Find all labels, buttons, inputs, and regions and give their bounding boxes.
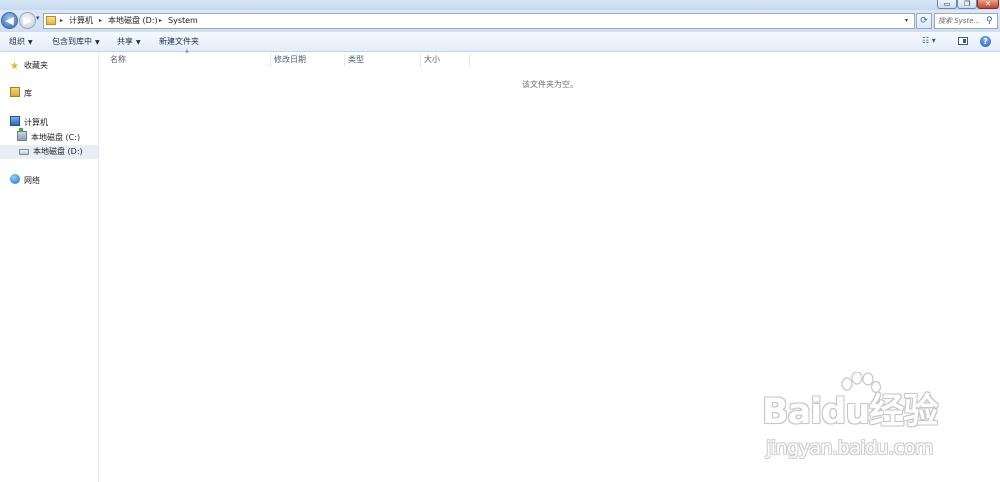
nav-drive-c[interactable]: 本地磁盘 (C:) — [17, 128, 81, 145]
title-bar: ▭ ❐ ✕ — [0, 0, 1000, 10]
forward-button[interactable]: ▶ — [19, 12, 36, 29]
nav-favorites-label: 收藏夹 — [24, 61, 48, 70]
nav-libraries[interactable]: 库 — [10, 87, 32, 101]
breadcrumb-separator-icon[interactable]: ▸ — [159, 14, 162, 28]
new-folder-label: 新建文件夹 — [159, 37, 199, 46]
nav-drive-d[interactable]: 本地磁盘 (D:) — [0, 145, 98, 159]
share-button[interactable]: 共享 ▼ — [117, 32, 141, 51]
nav-drive-d-label: 本地磁盘 (D:) — [33, 147, 83, 156]
search-icon[interactable]: ⚲ — [986, 14, 993, 28]
help-button[interactable]: ? — [980, 36, 991, 47]
breadcrumb-computer[interactable]: 计算机 — [69, 14, 93, 28]
close-button[interactable]: ✕ — [977, 0, 999, 9]
column-header-name[interactable]: 名称 — [110, 53, 126, 67]
command-bar: 组织 ▼ 包含到库中 ▼ 共享 ▼ 新建文件夹 ☷ ▾ ? — [0, 32, 1000, 52]
libraries-icon — [10, 87, 20, 97]
nav-favorites[interactable]: ★ 收藏夹 — [10, 59, 48, 73]
minimize-button[interactable]: ▭ — [937, 0, 957, 9]
nav-drive-c-label: 本地磁盘 (C:) — [31, 133, 81, 142]
column-divider[interactable] — [270, 54, 271, 67]
organize-button[interactable]: 组织 ▼ — [9, 32, 33, 51]
column-header-size[interactable]: 大小 — [424, 53, 440, 67]
maximize-icon: ❐ — [963, 0, 971, 8]
dropdown-arrow-icon: ▼ — [28, 39, 33, 46]
sort-ascending-icon: ▲ — [185, 48, 189, 54]
refresh-button[interactable]: ⟳ — [916, 13, 932, 29]
address-row: ◀ ▶ ▾ ▸ 计算机 ▸ 本地磁盘 (D:) ▸ System ▾ ⟳ ⚲ — [0, 10, 1000, 32]
dropdown-arrow-icon: ▼ — [136, 39, 141, 46]
column-divider[interactable] — [344, 54, 345, 67]
breadcrumb-drive-d[interactable]: 本地磁盘 (D:) — [108, 14, 158, 28]
close-icon: ✕ — [985, 0, 991, 8]
nav-computer[interactable]: 计算机 — [10, 116, 48, 130]
breadcrumb-separator-icon[interactable]: ▸ — [60, 14, 63, 28]
organize-label: 组织 — [9, 37, 25, 46]
drive-c-icon — [17, 128, 27, 141]
computer-icon — [10, 116, 20, 126]
dropdown-arrow-icon: ▼ — [95, 39, 100, 46]
recent-pages-dropdown[interactable]: ▾ — [36, 14, 40, 22]
back-button[interactable]: ◀ — [1, 12, 18, 29]
empty-folder-message: 该文件夹为空。 — [522, 80, 578, 89]
baidu-jingyan-watermark: Baidu经验 — [762, 392, 938, 432]
breadcrumb-system[interactable]: System — [168, 14, 198, 28]
drive-d-icon — [19, 149, 29, 155]
change-view-button[interactable]: ☷ ▾ — [922, 36, 936, 46]
column-header-type[interactable]: 类型 — [348, 53, 364, 67]
new-folder-button[interactable]: 新建文件夹 — [159, 32, 199, 51]
column-header-date-modified[interactable]: 修改日期 — [274, 53, 306, 67]
nav-network-label: 网络 — [24, 176, 40, 185]
nav-computer-label: 计算机 — [24, 118, 48, 127]
network-icon — [10, 174, 20, 184]
watermark-url: jingyan.baidu.com — [766, 437, 933, 459]
address-bar[interactable]: ▸ 计算机 ▸ 本地磁盘 (D:) ▸ System ▾ — [43, 13, 915, 29]
column-divider[interactable] — [420, 54, 421, 67]
include-in-library-button[interactable]: 包含到库中 ▼ — [52, 32, 100, 51]
address-dropdown-icon[interactable]: ▾ — [905, 14, 908, 28]
column-divider[interactable] — [469, 54, 470, 67]
nav-libraries-label: 库 — [24, 89, 32, 98]
include-in-library-label: 包含到库中 — [52, 37, 92, 46]
folder-icon — [46, 16, 56, 25]
nav-network[interactable]: 网络 — [10, 174, 40, 188]
preview-pane-icon[interactable] — [958, 37, 968, 45]
share-label: 共享 — [117, 37, 133, 46]
search-input[interactable] — [938, 14, 984, 28]
minimize-icon: ▭ — [943, 0, 951, 8]
maximize-button[interactable]: ❐ — [957, 0, 977, 9]
navigation-pane: ★ 收藏夹 库 计算机 本地磁盘 (C:) 本地磁盘 (D:) 网络 — [0, 52, 99, 482]
favorites-star-icon: ★ — [10, 61, 19, 72]
breadcrumb-separator-icon[interactable]: ▸ — [99, 14, 102, 28]
search-box[interactable]: ⚲ — [934, 13, 998, 29]
